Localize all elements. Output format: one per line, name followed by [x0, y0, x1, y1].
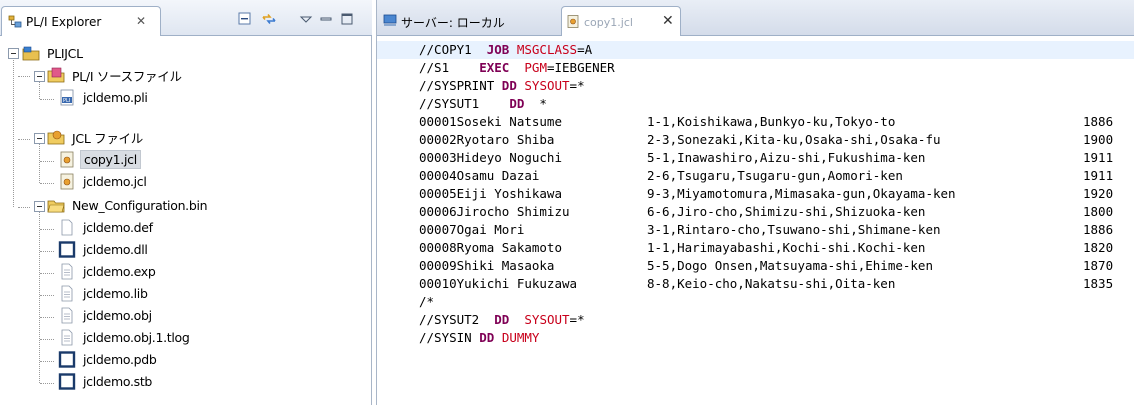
data-row: 00007Ogai Mori 3-1,Rintaro-cho,Tsuwano-sh… — [419, 222, 1114, 237]
project-tree: PLIJCL PL/I ソースファイル PLI jcldemo.pli JCL … — [0, 37, 371, 405]
pli-file-icon: PLI — [60, 89, 74, 105]
jcl-file-icon — [60, 151, 74, 167]
explorer-header: PL/I Explorer ✕ — [0, 0, 372, 36]
tree-item-label: jcldemo.obj.1.tlog — [83, 329, 190, 345]
tree-item-jcldemo-jcl[interactable]: jcldemo.jcl — [58, 171, 150, 191]
code-line: //SYSPRINT DD SYSOUT=* — [419, 78, 585, 93]
tree-item-label: jcldemo.dll — [83, 241, 148, 257]
jcl-folder-icon — [47, 130, 65, 144]
tree-item-jcldemo-exp[interactable]: jcldemo.exp — [58, 261, 159, 281]
code-line: //SYSIN DD DUMMY — [419, 330, 540, 345]
code-line: /* — [419, 294, 435, 309]
tree-item-jcldemo-obj-tlog[interactable]: jcldemo.obj.1.tlog — [58, 327, 193, 347]
tree-item-jcldemo-stb[interactable]: jcldemo.stb — [58, 371, 155, 391]
data-row: 00002Ryotaro Shiba 2-3,Sonezaki,Kita-ku,O… — [419, 132, 1114, 147]
svg-text:PLI: PLI — [63, 98, 70, 104]
text-file-icon — [61, 329, 73, 345]
tab-title: サーバー: ローカル — [401, 16, 505, 30]
view-menu-icon[interactable] — [298, 11, 314, 27]
code-line: //SYSUT1 DD * — [419, 96, 547, 111]
tree-item-jcldemo-def[interactable]: jcldemo.def — [58, 217, 156, 237]
tree-item-label: JCL ファイル — [72, 130, 143, 146]
tree-item-label: jcldemo.jcl — [83, 173, 147, 189]
tab-copy1-jcl[interactable]: copy1.jcl ✕ — [561, 6, 681, 36]
tree-item-label: jcldemo.exp — [83, 263, 156, 279]
tree-item-jcldemo-pli[interactable]: PLI jcldemo.pli — [58, 87, 151, 107]
collapse-all-icon[interactable] — [237, 11, 253, 27]
jcl-file-icon — [60, 173, 74, 189]
explorer-title: PL/I Explorer — [26, 15, 102, 29]
data-row: 00005Eiji Yoshikawa 9-3,Miyamotomura,Mima… — [419, 186, 1114, 201]
tree-item-label: jcldemo.pdb — [83, 351, 157, 367]
collapse-toggle-configuration[interactable] — [34, 201, 45, 212]
tree-item-jcl-files[interactable]: JCL ファイル — [47, 127, 146, 147]
code-line: //SYSUT2 DD SYSOUT=* — [419, 312, 585, 327]
collapse-toggle-pli-sources[interactable] — [34, 71, 45, 82]
collapse-toggle-jcl-files[interactable] — [34, 133, 45, 144]
tree-item-jcldemo-obj[interactable]: jcldemo.obj — [58, 305, 155, 325]
data-row: 00004Osamu Dazai 2-6,Tsugaru,Tsugaru-gun,… — [419, 168, 1114, 183]
minimize-icon[interactable] — [318, 11, 334, 27]
data-row: 00010Yukichi Fukuzawa 8-8,Keio-cho,Nakats… — [419, 276, 1114, 291]
data-row: 00008Ryoma Sakamoto 1-1,Harimayabashi,Koc… — [419, 240, 1114, 255]
tab-title: copy1.jcl — [584, 16, 633, 29]
data-row: 00001Soseki Natsume 1-1,Koishikawa,Bunkyo… — [419, 114, 1114, 129]
tree-item-label: jcldemo.def — [83, 219, 153, 235]
text-file-icon — [61, 285, 73, 301]
tree-item-label: jcldemo.obj — [83, 307, 152, 323]
text-file-icon — [61, 307, 73, 323]
editor-area: サーバー: ローカル copy1.jcl ✕ //COPY1 JOB MSGCL… — [376, 0, 1134, 405]
text-file-icon — [61, 263, 73, 279]
code-line: //S1 EXEC PGM=IEBGENER — [419, 60, 615, 75]
binary-file-icon — [58, 372, 76, 390]
tree-item-jcldemo-lib[interactable]: jcldemo.lib — [58, 283, 151, 303]
tree-item-label: PL/I ソースファイル — [72, 68, 182, 84]
tree-item-jcldemo-pdb[interactable]: jcldemo.pdb — [58, 349, 160, 369]
tree-item-label: copy1.jcl — [80, 149, 141, 169]
folder-icon — [47, 200, 65, 212]
tree-item-jcldemo-dll[interactable]: jcldemo.dll — [58, 239, 151, 259]
close-icon[interactable]: ✕ — [136, 14, 146, 28]
explorer-view-icon — [8, 15, 22, 28]
tab-server-local[interactable]: サーバー: ローカル — [379, 6, 537, 36]
tree-item-label: New_Configuration.bin — [72, 197, 208, 213]
editor-tab-bar: サーバー: ローカル copy1.jcl ✕ — [377, 0, 1134, 36]
tree-item-plijcl[interactable]: PLIJCL — [22, 43, 86, 63]
server-icon — [383, 14, 397, 26]
tree-item-label: PLIJCL — [47, 45, 83, 61]
code-line: //COPY1 JOB MSGCLASS=A — [377, 41, 1134, 59]
tree-item-copy1-jcl[interactable]: copy1.jcl — [58, 149, 141, 169]
pli-folder-icon — [47, 67, 65, 82]
tree-item-label: jcldemo.pli — [83, 89, 148, 105]
tree-item-new-configuration[interactable]: New_Configuration.bin — [47, 195, 210, 215]
explorer-tab[interactable]: PL/I Explorer ✕ — [1, 6, 161, 36]
tree-item-pli-sources[interactable]: PL/I ソースファイル — [47, 65, 185, 85]
binary-file-icon — [58, 350, 76, 368]
pli-explorer-view: PL/I Explorer ✕ PLIJCL PL/I ソースファイル PLI … — [0, 0, 372, 405]
project-icon — [22, 46, 40, 60]
jcl-editor[interactable]: //COPY1 JOB MSGCLASS=A //S1 EXEC PGM=IEB… — [377, 37, 1134, 405]
binary-file-icon — [58, 240, 76, 258]
tree-item-label: jcldemo.lib — [83, 285, 148, 301]
tree-item-label: jcldemo.stb — [83, 373, 153, 389]
file-icon — [61, 219, 73, 235]
link-with-editor-icon[interactable] — [261, 11, 277, 27]
data-row: 00006Jirocho Shimizu 6-6,Jiro-cho,Shimizu… — [419, 204, 1114, 219]
jcl-file-icon — [567, 15, 579, 28]
close-icon[interactable]: ✕ — [662, 13, 674, 29]
maximize-icon[interactable] — [339, 11, 355, 27]
data-row: 00009Shiki Masaoka 5-5,Dogo Onsen,Matsuya… — [419, 258, 1114, 273]
collapse-toggle-plijcl[interactable] — [8, 48, 19, 59]
data-row: 00003Hideyo Noguchi 5-1,Inawashiro,Aizu-s… — [419, 150, 1114, 165]
